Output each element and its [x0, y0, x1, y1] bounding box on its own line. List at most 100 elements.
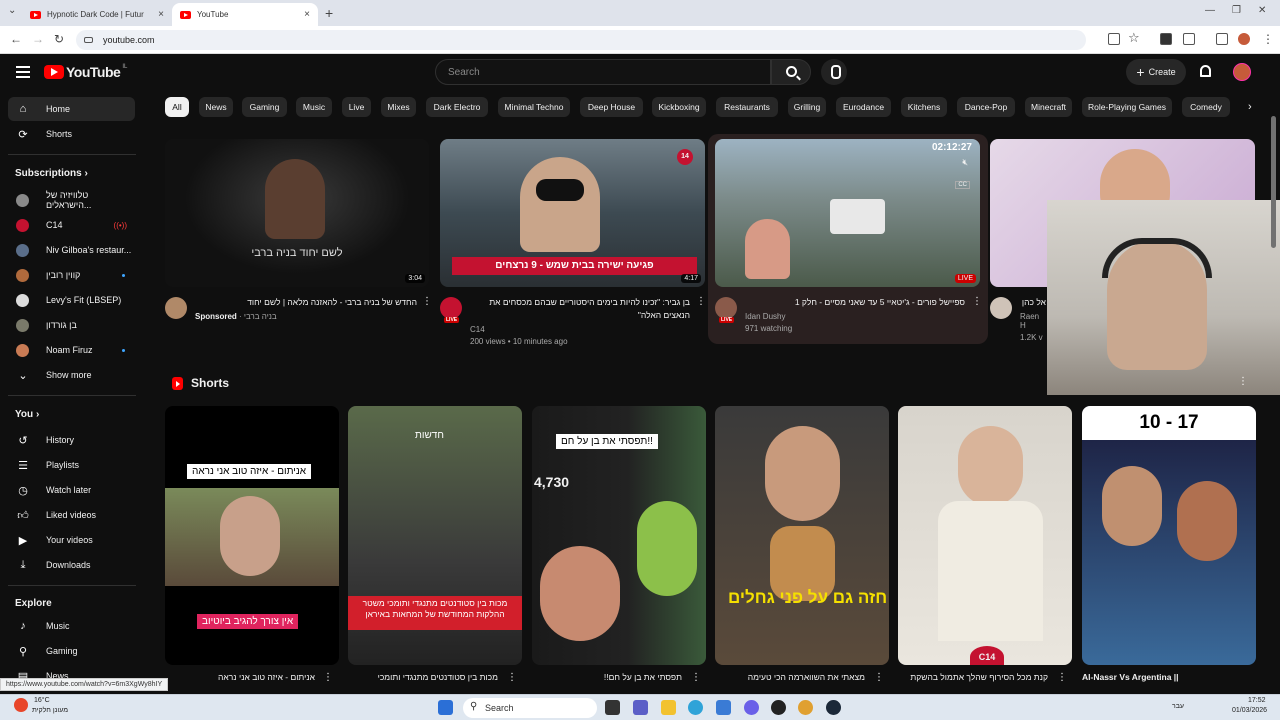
tab-manager-icon[interactable] — [1216, 33, 1228, 45]
sidebar-item-subscription[interactable]: קווין רובין — [8, 263, 135, 287]
profile-avatar[interactable] — [1238, 33, 1250, 45]
sidebar-item-watch-later[interactable]: ◷ Watch later — [8, 478, 135, 502]
video-title[interactable]: בן גביר: "זכינו להיות בימים היסטוריים שב… — [470, 296, 690, 322]
video-title[interactable]: אל כהן — [1020, 296, 1046, 309]
chip-restaurants[interactable]: Restaurants — [716, 97, 778, 117]
page-scrollbar[interactable] — [1271, 116, 1276, 248]
sidebar-item-history[interactable]: ↺ History — [8, 428, 135, 452]
channel-avatar[interactable] — [165, 297, 187, 319]
sidebar-item-subscription[interactable]: Levy's Fit (LBSEP) — [8, 288, 135, 312]
install-app-icon[interactable] — [1108, 33, 1120, 45]
chip-music[interactable]: Music — [296, 97, 332, 117]
short-card[interactable]: חזה גם על פני גחלים — [715, 406, 889, 665]
search-button[interactable] — [771, 59, 811, 85]
maximize-icon[interactable]: ❐ — [1232, 5, 1241, 16]
site-info-icon[interactable] — [84, 37, 93, 43]
close-window-icon[interactable]: ✕ — [1258, 5, 1266, 16]
channel-name[interactable]: בניה ברבי — [244, 312, 277, 321]
edge-icon[interactable] — [688, 700, 703, 715]
chip-mixes[interactable]: Mixes — [381, 97, 416, 117]
short-card[interactable]: תפסתי את בן על חם!! 4,730 — [532, 406, 706, 665]
tab-close-icon[interactable]: × — [158, 9, 164, 20]
you-heading[interactable]: You › — [15, 409, 39, 420]
task-view-icon[interactable] — [605, 700, 620, 715]
short-title[interactable]: Al-Nassr Vs Argentina || — [1082, 672, 1232, 682]
more-options-icon[interactable]: ⋮ — [972, 296, 982, 307]
channel-name[interactable]: Raen H — [1020, 312, 1046, 330]
app-icon[interactable] — [771, 700, 786, 715]
chip-role-playing-games[interactable]: Role-Playing Games — [1082, 97, 1172, 117]
menu-hamburger-icon[interactable] — [16, 66, 30, 78]
short-title[interactable]: מכות בין סטודנטים מתנגדי ותומכי — [348, 672, 498, 682]
chip-eurodance[interactable]: Eurodance — [836, 97, 891, 117]
short-card[interactable]: 10 - 17 — [1082, 406, 1256, 665]
back-icon[interactable]: ← — [10, 32, 22, 46]
sidebar-item-shorts[interactable]: ⟳ Shorts — [8, 122, 135, 146]
sidebar-item-your-videos[interactable]: ▶ Your videos — [8, 528, 135, 552]
channel-avatar[interactable] — [990, 297, 1012, 319]
sidebar-item-downloads[interactable]: ⤓ Downloads — [8, 553, 135, 577]
extension-icon[interactable] — [1160, 33, 1172, 45]
short-title[interactable]: אניתום - איזה טוב אני נראה — [165, 672, 315, 682]
weather-icon[interactable] — [14, 698, 28, 712]
chip-deep-house[interactable]: Deep House — [580, 97, 643, 117]
more-options-icon[interactable]: ⋮ — [696, 296, 706, 307]
video-title[interactable]: ספיישל פורים - ג'יטאיי 5 עד שאני מסיים -… — [745, 296, 965, 309]
sidebar-item-subscription[interactable]: Noam Firuz — [8, 338, 135, 362]
subscriptions-heading[interactable]: Subscriptions › — [15, 168, 88, 179]
bookmark-star-icon[interactable]: ☆ — [1128, 30, 1140, 46]
video-thumbnail[interactable]: לשם יחוד בניה ברבי 3:04 — [165, 139, 429, 287]
sidebar-item-music[interactable]: ♪ Music — [8, 614, 135, 638]
windows-start-icon[interactable] — [438, 700, 453, 715]
sidebar-item-subscription[interactable]: בן גורדון — [8, 313, 135, 337]
browser-menu-icon[interactable]: ⋮ — [1262, 32, 1274, 46]
sidebar-item-playlists[interactable]: ☰ Playlists — [8, 453, 135, 477]
tab-search-icon[interactable]: ⌄ — [8, 5, 16, 16]
voice-search-icon[interactable] — [821, 59, 847, 85]
chip-grilling[interactable]: Grilling — [788, 97, 826, 117]
sidebar-item-subscription[interactable]: C14 ((•)) — [8, 213, 135, 237]
tab-hypnotic[interactable]: Hypnotic Dark Code | Futur × — [22, 3, 172, 26]
sidebar-item-home[interactable]: ⌂ Home — [8, 97, 135, 121]
channel-name[interactable]: C14 — [470, 325, 690, 334]
short-title[interactable]: תפסתי את בן על חם!! — [532, 672, 682, 682]
more-options-icon[interactable]: ⋮ — [422, 296, 432, 307]
teams-icon[interactable] — [633, 700, 648, 715]
sidebar-item-subscription[interactable]: Niv Gilboa's restaur... — [8, 238, 135, 262]
chrome-icon[interactable] — [798, 700, 813, 715]
video-thumbnail[interactable]: 02:12:27 🔇︎ CC LIVE — [715, 139, 980, 287]
video-title[interactable]: החדש של בניה ברבי - להאזנה מלאה | לשם יח… — [195, 296, 417, 309]
channel-avatar[interactable] — [440, 297, 462, 319]
shorts-more-icon[interactable]: ⋮ — [1238, 376, 1248, 387]
short-card[interactable]: אניתום - איזה טוב אני נראה אין צורך להגי… — [165, 406, 339, 665]
keyboard-language[interactable]: עבר — [1172, 703, 1184, 710]
chip-dance-pop[interactable]: Dance-Pop — [957, 97, 1015, 117]
chip-minimal-techno[interactable]: Minimal Techno — [498, 97, 570, 117]
chip-news[interactable]: News — [199, 97, 233, 117]
store-icon[interactable] — [716, 700, 731, 715]
chip-live[interactable]: Live — [342, 97, 371, 117]
short-title[interactable]: מצאתי את השווארמה הכי טעימה — [715, 672, 865, 682]
extensions-puzzle-icon[interactable] — [1183, 33, 1195, 45]
sidebar-item-gaming[interactable]: ⚲ Gaming — [8, 639, 135, 663]
chip-kitchens[interactable]: Kitchens — [901, 97, 947, 117]
chips-next-icon[interactable]: › — [1248, 101, 1252, 113]
sidebar-item-liked[interactable]: 👍︎ Liked videos — [8, 503, 135, 527]
taskbar-search[interactable]: ⚲ Search — [463, 698, 597, 718]
discord-icon[interactable] — [744, 700, 759, 715]
captions-icon[interactable]: CC — [955, 181, 970, 189]
notifications-bell-icon[interactable] — [1200, 65, 1211, 77]
new-tab-icon[interactable]: + — [325, 5, 333, 21]
more-options-icon[interactable]: ⋮ — [691, 672, 701, 683]
short-card[interactable]: חדשות מכות בין סטודנטים מתנגדי ותומכי מש… — [348, 406, 522, 665]
chip-minecraft[interactable]: Minecraft — [1025, 97, 1072, 117]
mute-icon[interactable]: 🔇︎ — [962, 157, 968, 168]
clock-date[interactable]: 01/03/2026 — [1232, 707, 1267, 714]
chip-comedy[interactable]: Comedy — [1182, 97, 1230, 117]
tab-close-icon[interactable]: × — [304, 9, 310, 20]
clock-time[interactable]: 17:52 — [1248, 697, 1266, 704]
sidebar-show-more[interactable]: ⌄ Show more — [8, 363, 135, 387]
more-options-icon[interactable]: ⋮ — [874, 672, 884, 683]
reload-icon[interactable]: ↻ — [54, 32, 64, 46]
chip-all[interactable]: All — [165, 97, 189, 117]
